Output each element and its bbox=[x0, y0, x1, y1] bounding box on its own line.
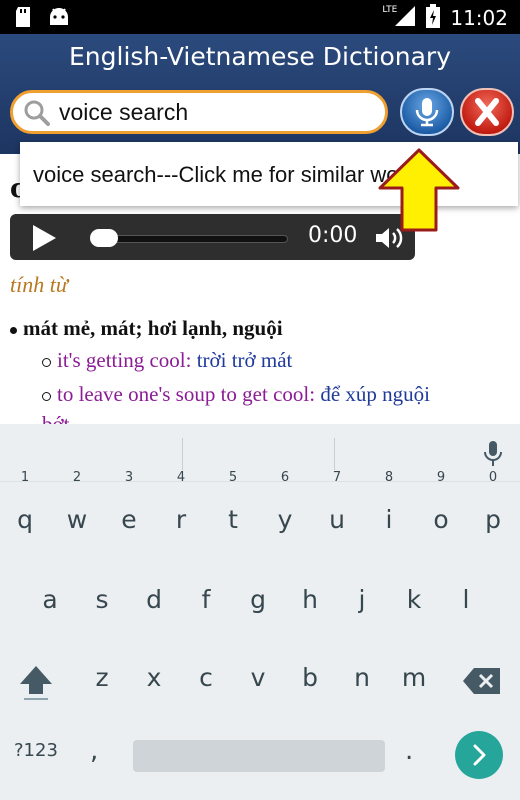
search-box[interactable] bbox=[10, 90, 388, 134]
key-hint: 9 bbox=[436, 470, 446, 485]
part-of-speech: tính từ bbox=[10, 272, 68, 297]
key-l[interactable]: l bbox=[446, 572, 486, 628]
audio-time: 0:00 bbox=[308, 223, 358, 248]
key-a[interactable]: a bbox=[30, 572, 70, 628]
key-p[interactable]: p0 bbox=[473, 470, 513, 548]
clock: 11:02 bbox=[450, 6, 508, 30]
space-key[interactable] bbox=[133, 740, 385, 772]
key-hint: 4 bbox=[176, 470, 186, 485]
key-hint: 8 bbox=[384, 470, 394, 485]
app-header: English-Vietnamese Dictionary bbox=[0, 34, 520, 154]
sense-definition: mát mẻ, mát; hơi lạnh, nguội bbox=[10, 316, 283, 341]
close-icon bbox=[475, 98, 499, 126]
key-hint: 2 bbox=[72, 470, 82, 485]
voice-search-button[interactable] bbox=[400, 88, 454, 136]
key-m[interactable]: m bbox=[394, 650, 434, 706]
bullet bbox=[10, 326, 17, 334]
key-u[interactable]: u7 bbox=[317, 470, 357, 548]
key-q[interactable]: q1 bbox=[5, 470, 45, 548]
key-v[interactable]: v bbox=[238, 650, 278, 706]
key-hint: 3 bbox=[124, 470, 134, 485]
enter-key[interactable] bbox=[455, 731, 503, 779]
key-d[interactable]: d bbox=[134, 572, 174, 628]
bullet bbox=[42, 391, 51, 401]
android-icon bbox=[48, 7, 70, 31]
key-hint: 1 bbox=[20, 470, 30, 485]
example-item: it's getting cool: trời trở mát bbox=[42, 348, 292, 373]
key-g[interactable]: g bbox=[238, 572, 278, 628]
search-icon bbox=[23, 99, 51, 131]
key-hint: 7 bbox=[332, 470, 342, 485]
sense-text: mát mẻ, mát; hơi lạnh, nguội bbox=[23, 316, 283, 340]
sd-card-icon bbox=[14, 7, 32, 31]
backspace-icon[interactable] bbox=[462, 664, 502, 698]
arrow-up-icon bbox=[378, 148, 460, 232]
key-s[interactable]: s bbox=[82, 572, 122, 628]
app-title: English-Vietnamese Dictionary bbox=[69, 42, 451, 71]
audio-seekbar[interactable] bbox=[92, 235, 288, 243]
clear-search-button[interactable] bbox=[460, 88, 514, 136]
example-item: to leave one's soup to get cool: để xúp … bbox=[42, 382, 430, 407]
key-b[interactable]: b bbox=[290, 650, 330, 706]
example-continuation: bớt bbox=[42, 412, 70, 424]
key-z[interactable]: z bbox=[82, 650, 122, 706]
audio-player[interactable]: 0:00 bbox=[10, 214, 415, 260]
key-h[interactable]: h bbox=[290, 572, 330, 628]
status-bar: LTE 11:02 bbox=[0, 0, 520, 34]
key-o[interactable]: o9 bbox=[421, 470, 461, 548]
divider bbox=[334, 438, 335, 470]
chevron-right-icon bbox=[473, 744, 486, 766]
symbols-key[interactable]: ?123 bbox=[14, 740, 58, 761]
search-input[interactable] bbox=[59, 98, 369, 126]
network-label: LTE bbox=[382, 5, 398, 15]
key-x[interactable]: x bbox=[134, 650, 174, 706]
key-n[interactable]: n bbox=[342, 650, 382, 706]
key-hint: 5 bbox=[228, 470, 238, 485]
example-english: to leave one's soup to get cool: bbox=[57, 382, 316, 406]
comma-key[interactable]: , bbox=[90, 736, 98, 766]
seek-thumb[interactable] bbox=[90, 229, 118, 247]
key-hint: 0 bbox=[488, 470, 498, 485]
example-vietnamese: để xúp nguội bbox=[320, 382, 430, 406]
period-key[interactable]: . bbox=[405, 736, 413, 766]
key-j[interactable]: j bbox=[342, 572, 382, 628]
key-i[interactable]: i8 bbox=[369, 470, 409, 548]
key-c[interactable]: c bbox=[186, 650, 226, 706]
key-t[interactable]: t5 bbox=[213, 470, 253, 548]
key-w[interactable]: w2 bbox=[57, 470, 97, 548]
key-r[interactable]: r4 bbox=[161, 470, 201, 548]
suggestion-text: voice search---Click me for similar word… bbox=[33, 162, 430, 187]
signal-icon: LTE bbox=[382, 5, 416, 31]
example-english: it's getting cool: bbox=[57, 348, 192, 372]
key-f[interactable]: f bbox=[186, 572, 226, 628]
microphone-icon[interactable] bbox=[482, 440, 504, 468]
play-icon[interactable] bbox=[30, 224, 58, 252]
key-e[interactable]: e3 bbox=[109, 470, 149, 548]
bullet bbox=[42, 357, 51, 367]
soft-keyboard: ?123 , . q1w2e3r4t5y6u7i8o9p0 asdfghjkl zx… bbox=[0, 424, 520, 800]
key-k[interactable]: k bbox=[394, 572, 434, 628]
key-hint: 6 bbox=[280, 470, 290, 485]
battery-charging-icon bbox=[426, 4, 441, 32]
shift-key[interactable] bbox=[14, 660, 58, 704]
example-vietnamese: trời trở mát bbox=[196, 348, 293, 372]
key-y[interactable]: y6 bbox=[265, 470, 305, 548]
divider bbox=[182, 438, 183, 470]
microphone-icon bbox=[415, 98, 439, 127]
